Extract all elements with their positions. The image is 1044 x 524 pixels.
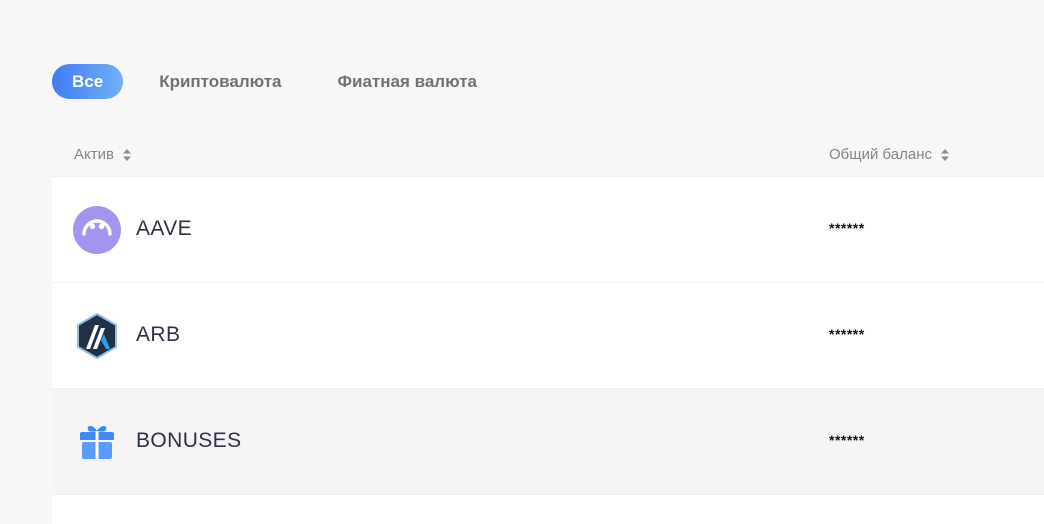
column-header-balance[interactable]: Общий баланс — [829, 146, 949, 163]
table-row[interactable]: AAVE ****** — [52, 176, 1044, 282]
column-header-asset-label: Актив — [74, 146, 114, 163]
column-header-balance-label: Общий баланс — [829, 146, 932, 163]
asset-table-body: AAVE ****** ARB ****** BONUSES ****** — [52, 176, 1044, 524]
tab-all[interactable]: Все — [52, 64, 124, 99]
table-row[interactable]: ARB ****** — [52, 282, 1044, 388]
arb-icon — [77, 312, 117, 360]
asset-name: ARB — [136, 323, 181, 346]
table-row[interactable]: BONUSES ****** — [52, 388, 1044, 494]
asset-filter-tabs: Все Криптовалюта Фиатная валюта — [52, 64, 477, 99]
column-header-asset[interactable]: Актив — [74, 146, 131, 163]
asset-name: AAVE — [136, 217, 193, 240]
asset-balance: ****** — [829, 326, 865, 342]
aave-icon — [73, 206, 121, 254]
table-header: Актив Общий баланс — [52, 136, 1044, 176]
tab-crypto[interactable]: Криптовалюта — [159, 64, 281, 99]
sort-icon — [941, 148, 949, 161]
asset-balance: ****** — [829, 432, 865, 448]
asset-balance: ****** — [829, 220, 865, 236]
tab-fiat[interactable]: Фиатная валюта — [338, 64, 477, 99]
gift-icon — [80, 426, 114, 459]
sort-icon — [122, 148, 131, 161]
asset-name: BONUSES — [136, 429, 242, 452]
